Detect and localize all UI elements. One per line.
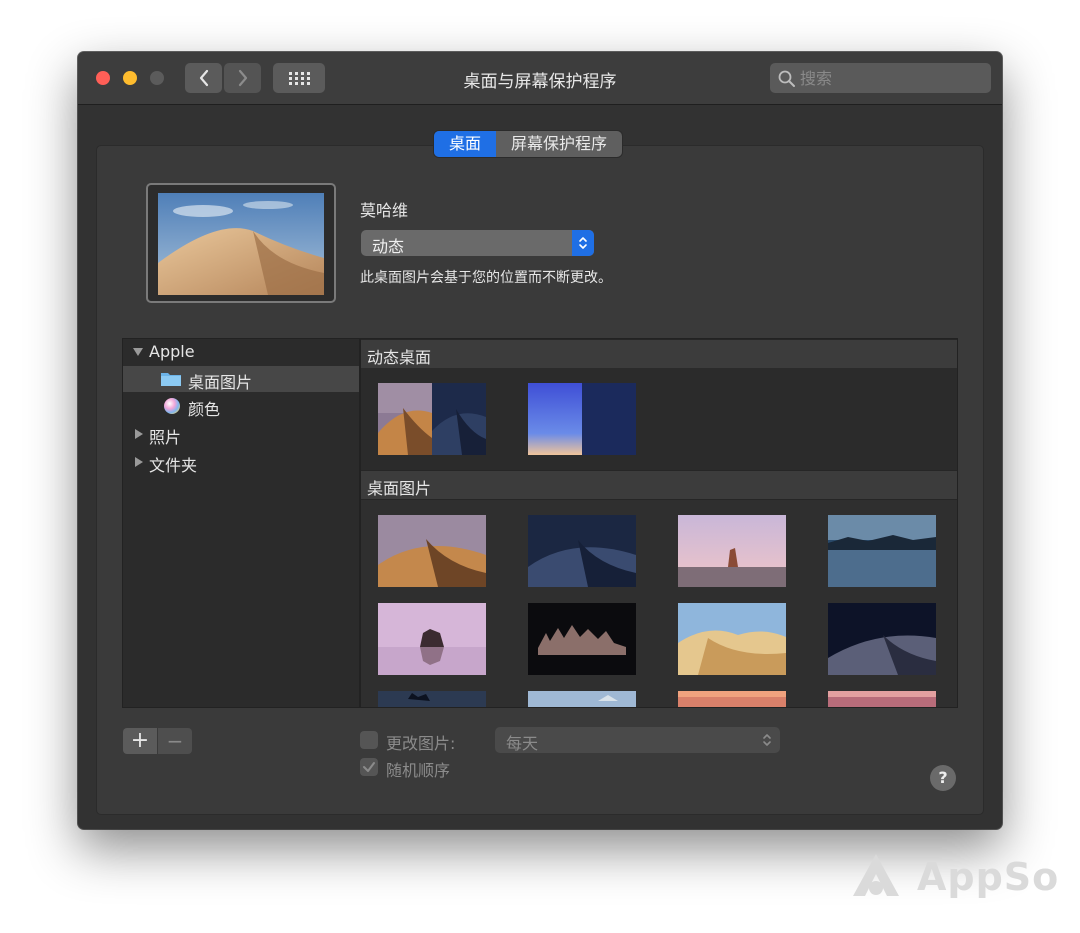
updown-arrows-icon: [572, 230, 594, 256]
search-field[interactable]: [770, 63, 991, 93]
tab-bar: 桌面 屏幕保护程序: [434, 131, 623, 157]
mojave-preview-image: [158, 193, 324, 295]
random-order-label: 随机顺序: [386, 761, 451, 780]
wallpaper-thumb-solar-gradients[interactable]: [528, 383, 636, 455]
section-header-pictures: 桌面图片: [361, 470, 957, 500]
wallpaper-thumb-row3-4[interactable]: [828, 691, 936, 708]
tab-desktop[interactable]: 桌面: [434, 131, 497, 157]
appso-logo-icon: [853, 854, 899, 896]
wallpaper-thumb-row3-2[interactable]: [528, 691, 636, 708]
wallpaper-name: 莫哈维: [360, 201, 409, 220]
title-bar: 桌面与屏幕保护程序: [78, 52, 1002, 105]
folder-icon: [161, 373, 181, 386]
add-folder-button[interactable]: +: [123, 728, 157, 754]
wallpaper-thumb-dunes-bright[interactable]: [678, 603, 786, 675]
source-group-apple[interactable]: Apple: [123, 339, 359, 365]
source-item-colors[interactable]: 颜色: [123, 393, 359, 419]
section-header-dynamic: 动态桌面: [361, 339, 957, 369]
color-wheel-icon: [164, 398, 180, 414]
remove-folder-button[interactable]: −: [158, 728, 192, 754]
mode-popup[interactable]: 动态: [361, 230, 594, 256]
disclosure-closed-icon: [135, 429, 143, 439]
wallpaper-thumb-tufa-pink[interactable]: [378, 603, 486, 675]
section-title: 桌面图片: [367, 479, 432, 498]
interval-value: 每天: [506, 734, 539, 753]
search-input[interactable]: [800, 63, 980, 93]
wallpaper-thumb-tufa-night[interactable]: [528, 603, 636, 675]
source-group-label: Apple: [149, 342, 195, 361]
source-item-label: 桌面图片: [188, 373, 253, 392]
help-button[interactable]: ?: [930, 765, 956, 791]
watermark-text: AppSo: [917, 855, 1060, 899]
source-group-folders[interactable]: 文件夹: [123, 449, 359, 475]
interval-popup[interactable]: 每天: [495, 727, 780, 753]
search-icon: [778, 70, 795, 87]
minus-icon: −: [166, 729, 184, 753]
section-title: 动态桌面: [367, 348, 432, 367]
preferences-window: 桌面与屏幕保护程序 桌面 屏幕保护程序 莫哈维 动态: [78, 52, 1002, 829]
plus-icon: +: [130, 728, 150, 753]
wallpaper-thumb-mojave-dynamic[interactable]: [378, 383, 486, 455]
random-order-checkbox[interactable]: [360, 758, 378, 776]
wallpaper-thumb-row3-1[interactable]: [378, 691, 486, 708]
source-list: Apple 桌面图片 颜色 照片 文件夹: [122, 338, 360, 708]
appso-watermark: AppSo: [853, 852, 1058, 902]
wallpaper-grid: 动态桌面 桌面图片: [360, 338, 958, 708]
wallpaper-thumb-dry-lake[interactable]: [828, 515, 936, 587]
wallpaper-thumb-row3-3[interactable]: [678, 691, 786, 708]
source-item-desktop-pictures[interactable]: 桌面图片: [123, 366, 359, 392]
source-item-label: 颜色: [188, 400, 221, 419]
wallpaper-thumb-dune-dark[interactable]: [828, 603, 936, 675]
source-group-photos[interactable]: 照片: [123, 421, 359, 447]
source-group-label: 照片: [149, 428, 182, 447]
change-picture-checkbox[interactable]: [360, 731, 378, 749]
mode-description: 此桌面图片会基于您的位置而不断更改。: [360, 270, 612, 286]
change-picture-label: 更改图片:: [386, 734, 456, 753]
tab-screensaver[interactable]: 屏幕保护程序: [496, 131, 622, 157]
mode-value: 动态: [372, 237, 405, 256]
updown-arrows-icon: [763, 734, 771, 746]
disclosure-closed-icon: [135, 457, 143, 467]
wallpaper-thumb-desert-rock[interactable]: [678, 515, 786, 587]
disclosure-open-icon: [133, 348, 143, 356]
checkmark-icon: [363, 762, 375, 772]
source-group-label: 文件夹: [149, 456, 198, 475]
wallpaper-thumb-mojave-night[interactable]: [528, 515, 636, 587]
current-wallpaper-preview: [146, 183, 336, 303]
wallpaper-thumb-mojave-day[interactable]: [378, 515, 486, 587]
